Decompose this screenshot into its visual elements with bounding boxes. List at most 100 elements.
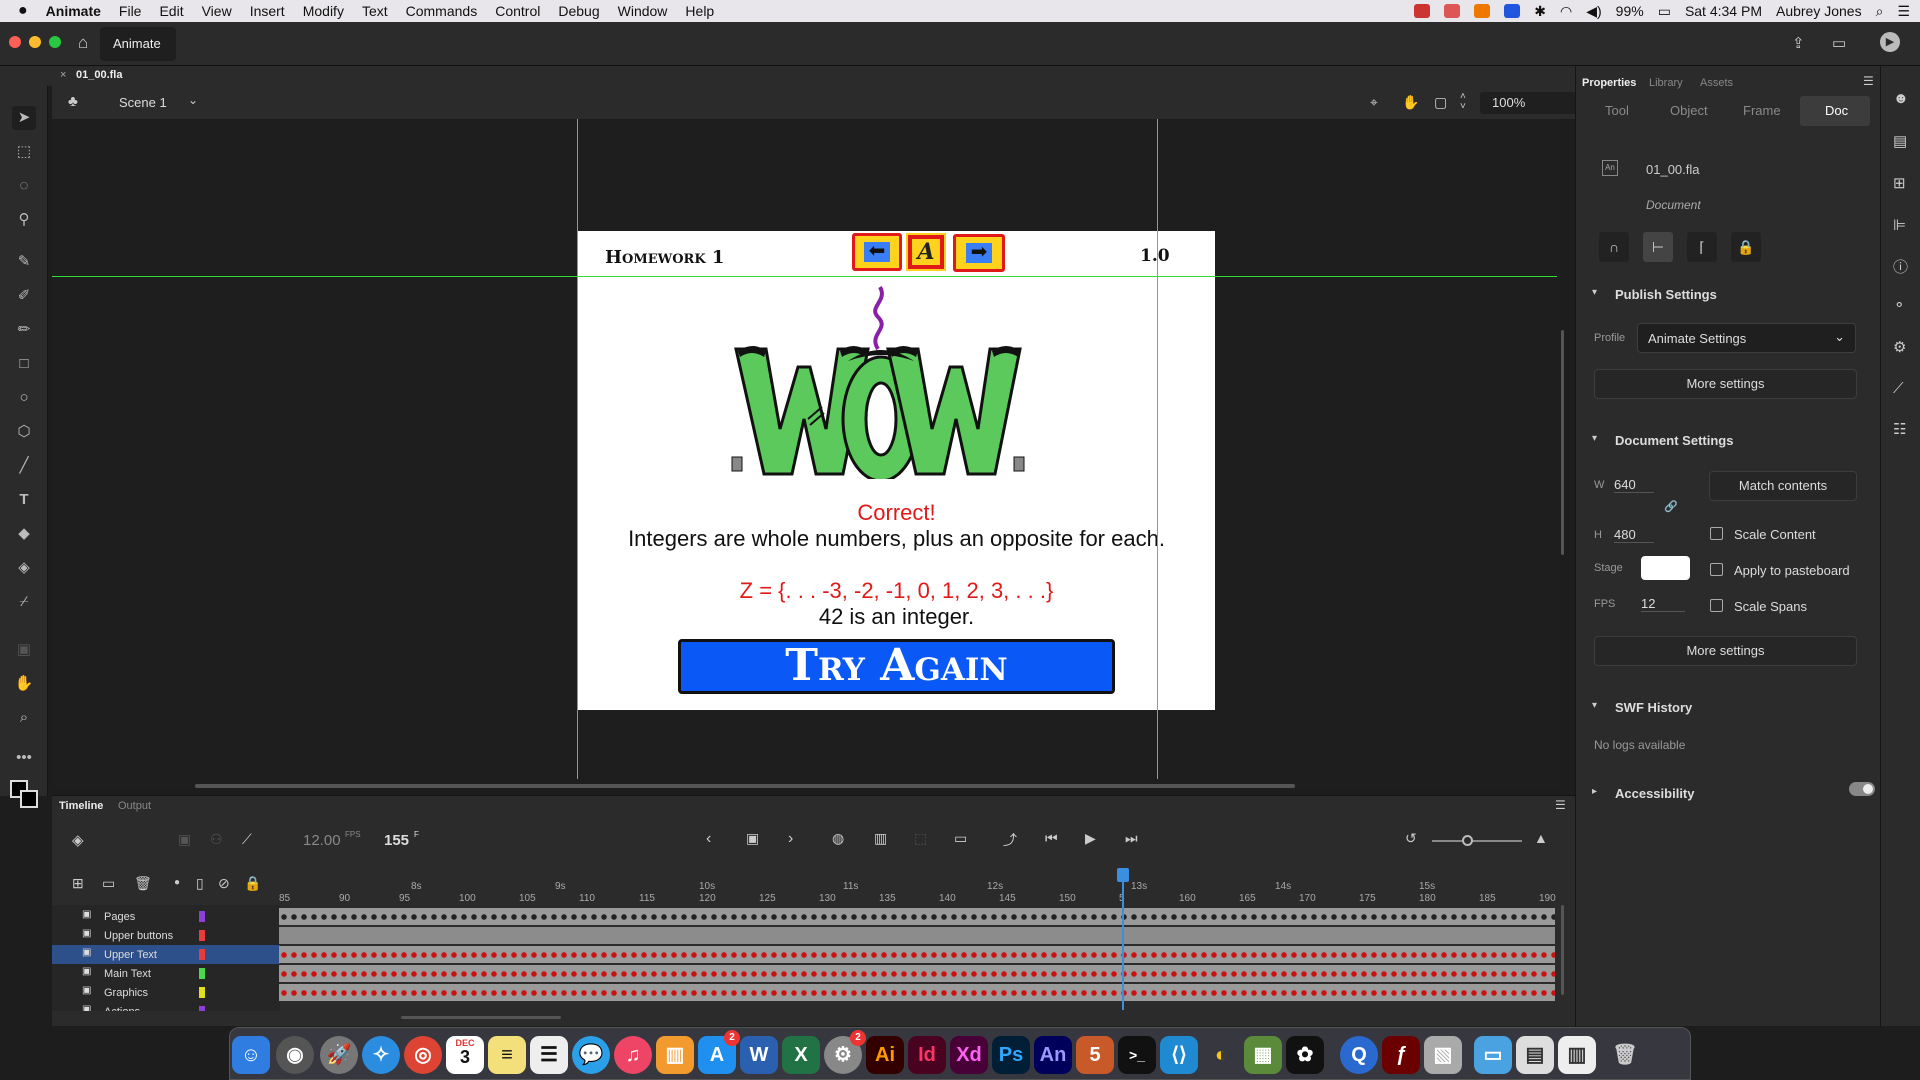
swf-history-header[interactable]: SWF History (1615, 700, 1692, 715)
music-icon[interactable]: ♫ (614, 1036, 652, 1074)
layer-row[interactable]: ▣ Upper Text (52, 945, 280, 964)
layer-parenting-icon[interactable]: ⚇ (210, 831, 223, 848)
system-preferences-icon[interactable]: ⚙ 2 (824, 1030, 866, 1074)
link-dimensions-icon[interactable]: 🔗 (1664, 500, 1678, 513)
delete-layer-icon[interactable]: 🗑 (134, 875, 152, 892)
layer-row[interactable]: ▣ Graphics (52, 983, 280, 1002)
tab-output[interactable]: Output (118, 800, 151, 812)
info-icon[interactable]: ⓘ (1893, 256, 1908, 277)
guide-line[interactable] (577, 119, 578, 779)
lock-icon[interactable]: 🔒 (1731, 232, 1761, 262)
documents-stack-icon[interactable]: ▥ (1558, 1036, 1596, 1074)
camera-tool-icon[interactable]: ▣ (12, 638, 36, 662)
lock-layers-icon[interactable]: 🔒 (244, 875, 261, 892)
app-store-icon[interactable]: A2 (698, 1030, 740, 1074)
books-icon[interactable]: ▥ (656, 1036, 694, 1074)
word-icon[interactable]: W (740, 1036, 778, 1074)
quicktime-icon[interactable]: Q (1340, 1036, 1378, 1074)
fill-color-swatch[interactable] (20, 790, 38, 808)
timeline-menu-icon[interactable]: ☰ (1555, 798, 1566, 812)
layer-color-swatch[interactable] (199, 1006, 205, 1011)
close-tab-icon[interactable]: × (60, 69, 66, 81)
rectangle-tool-icon[interactable]: □ (12, 352, 36, 376)
brush-tool-icon[interactable]: ✐ (12, 284, 36, 308)
magnet-icon[interactable]: ∩ (1599, 232, 1629, 262)
go-to-first-frame-icon[interactable]: ⏮ (1045, 830, 1058, 847)
test-movie-icon[interactable]: ▶ (1880, 32, 1900, 52)
menu-help[interactable]: Help (676, 3, 723, 19)
vscode-icon[interactable]: ⟨⟩ (1160, 1036, 1198, 1074)
text-tool-icon[interactable]: T (12, 488, 36, 512)
excel-icon[interactable]: X (782, 1036, 820, 1074)
menu-window[interactable]: Window (609, 3, 677, 19)
oval-tool-icon[interactable]: ○ (12, 386, 36, 410)
match-contents-button[interactable]: Match contents (1709, 471, 1857, 501)
illustrator-icon[interactable]: Ai (866, 1036, 904, 1074)
try-again-button[interactable]: Try Again (678, 639, 1115, 694)
control-center-icon[interactable]: ☰ (1897, 3, 1910, 20)
library-icon[interactable]: ▤ (1893, 132, 1907, 150)
chevron-down-icon[interactable]: ⌄ (188, 93, 198, 107)
chevron-down-icon[interactable]: ▾ (1592, 700, 1597, 711)
edit-multiple-frames-icon[interactable]: ▥ (874, 830, 887, 847)
launchpad-icon[interactable]: 🚀 (320, 1036, 358, 1074)
figma-icon[interactable]: ✿ (1286, 1036, 1324, 1074)
menu-text[interactable]: Text (353, 3, 397, 19)
menu-modify[interactable]: Modify (294, 3, 353, 19)
go-to-last-frame-icon[interactable]: ⏭ (1125, 830, 1138, 847)
accessibility-header[interactable]: Accessibility (1615, 786, 1695, 801)
menu-edit[interactable]: Edit (150, 3, 192, 19)
home-icon[interactable]: ⌂ (78, 33, 88, 53)
subtab-object[interactable]: Object (1670, 103, 1708, 118)
subtab-frame[interactable]: Frame (1743, 103, 1781, 118)
menu-animate[interactable]: Animate (37, 3, 110, 19)
align-stage-icon[interactable]: ⊢ (1643, 232, 1673, 262)
safari-icon[interactable]: ✧ (362, 1036, 400, 1074)
code-snippets-icon[interactable]: ⚙ (1893, 338, 1906, 356)
xd-icon[interactable]: Xd (950, 1036, 988, 1074)
chrome-icon[interactable]: ◎ (404, 1036, 442, 1074)
downloads-stack-icon[interactable]: ▤ (1516, 1036, 1554, 1074)
stage-color-swatch[interactable] (1641, 556, 1690, 580)
hand-tool-icon[interactable]: ✋ (12, 672, 36, 696)
publish-settings-header[interactable]: Publish Settings (1615, 287, 1717, 302)
reminders-icon[interactable]: ☰ (530, 1036, 568, 1074)
animate-icon[interactable]: An (1034, 1036, 1072, 1074)
timeline-scrollbar[interactable] (401, 1016, 561, 1019)
guide-line[interactable] (52, 276, 1557, 277)
layer-color-swatch[interactable] (199, 930, 205, 941)
horizontal-scrollbar[interactable] (195, 784, 1295, 788)
scale-spans-checkbox[interactable] (1710, 599, 1723, 612)
tab-properties[interactable]: Properties (1582, 77, 1636, 89)
paint-brush-tool-icon[interactable]: ✎ (12, 250, 36, 274)
apple-menu-icon[interactable]: ● (0, 2, 37, 20)
menu-insert[interactable]: Insert (241, 3, 294, 19)
components-icon[interactable]: ☷ (1893, 420, 1906, 438)
frame-row[interactable] (279, 946, 1555, 963)
folder-icon[interactable]: ▭ (1474, 1036, 1512, 1074)
grid-icon[interactable]: ⊞ (1893, 174, 1906, 192)
clock[interactable]: Sat 4:34 PM (1685, 3, 1762, 19)
edit-symbols-icon[interactable]: ✋ (1402, 94, 1419, 111)
spotlight-icon[interactable]: ⌕ (1876, 3, 1884, 20)
layer-row[interactable]: ▣ Main Text (52, 964, 280, 983)
scene-selector[interactable]: Scene 1 (119, 95, 167, 110)
accessibility-toggle[interactable] (1849, 782, 1875, 796)
menu-control[interactable]: Control (486, 3, 549, 19)
pencil-tool-icon[interactable]: ✏ (12, 318, 36, 342)
battery-percent[interactable]: 99% (1616, 3, 1644, 19)
layer-row[interactable]: ▣ Pages (52, 907, 280, 926)
layer-row[interactable]: ▣ Actions (52, 1002, 280, 1011)
stage[interactable]: Homework 1 ⬅ A ➡ 1.0 Correct! Integers a… (578, 231, 1215, 710)
indesign-icon[interactable]: Id (908, 1036, 946, 1074)
motion-editor-icon[interactable]: ⟋ (1893, 380, 1904, 397)
terminal-icon[interactable]: >_ (1118, 1036, 1156, 1074)
loop-icon[interactable]: ⤴ (1003, 830, 1017, 850)
tab-library[interactable]: Library (1649, 77, 1683, 89)
html5-icon[interactable]: 5 (1076, 1036, 1114, 1074)
zoom-field[interactable]: 100% (1492, 95, 1525, 110)
camera-icon[interactable]: ▣ (178, 831, 191, 848)
pin-tool-icon[interactable]: ⚲ (12, 208, 36, 232)
siri-icon[interactable]: ◉ (276, 1036, 314, 1074)
vertical-scrollbar[interactable] (1561, 330, 1564, 555)
